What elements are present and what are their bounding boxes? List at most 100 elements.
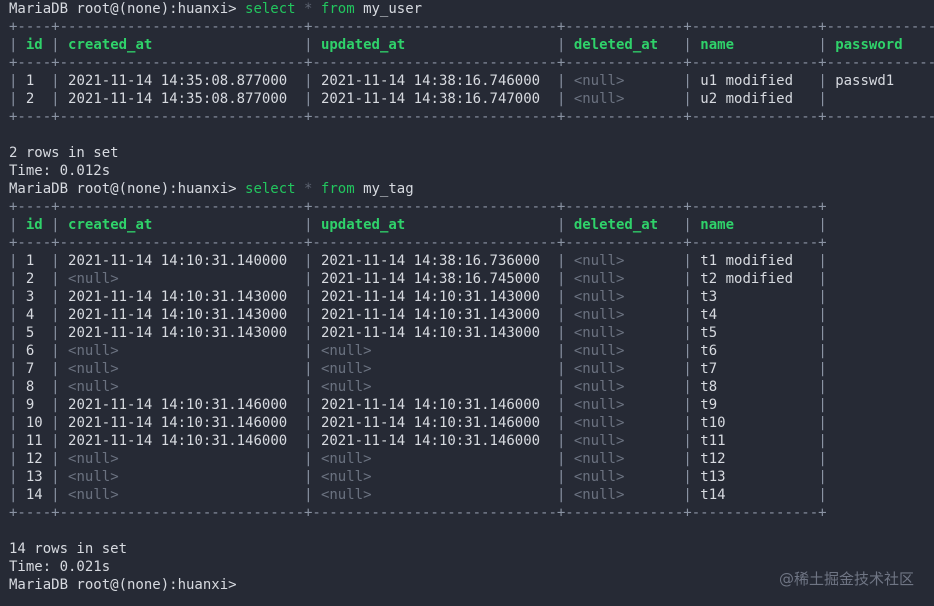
- table-cell[interactable]: 2021-11-14 14:10:31.140000: [68, 253, 287, 269]
- table-row: | 12 | <null> | <null> | <null> | t12 |: [9, 450, 934, 468]
- column-separator: |: [9, 433, 18, 449]
- table-cell[interactable]: <null>: [574, 415, 625, 431]
- table-cell[interactable]: t5: [700, 325, 717, 341]
- table-cell[interactable]: <null>: [321, 379, 372, 395]
- table-cell[interactable]: <null>: [574, 253, 625, 269]
- table-cell[interactable]: 2021-11-14 14:10:31.146000: [68, 397, 287, 413]
- column-separator: |: [304, 361, 313, 377]
- table-cell[interactable]: 2021-11-14 14:10:31.143000: [68, 307, 287, 323]
- table-cell[interactable]: <null>: [68, 379, 119, 395]
- table-cell[interactable]: 2021-11-14 14:38:16.747000: [321, 91, 540, 107]
- table-cell[interactable]: <null>: [321, 343, 372, 359]
- table-cell[interactable]: 1: [26, 253, 34, 269]
- table-cell[interactable]: <null>: [321, 361, 372, 377]
- column-separator: |: [9, 307, 18, 323]
- table-cell[interactable]: 2021-11-14 14:10:31.146000: [68, 415, 287, 431]
- table-cell[interactable]: 1: [26, 73, 34, 89]
- table-cell[interactable]: 2021-11-14 14:35:08.877000: [68, 91, 287, 107]
- table-cell[interactable]: <null>: [574, 379, 625, 395]
- table-cell[interactable]: <null>: [574, 325, 625, 341]
- table-cell[interactable]: t7: [700, 361, 717, 377]
- table-cell[interactable]: t3: [700, 289, 717, 305]
- column-separator: |: [818, 253, 827, 269]
- table-cell[interactable]: 13: [26, 469, 43, 485]
- table-cell[interactable]: t9: [700, 397, 717, 413]
- table-cell[interactable]: <null>: [574, 343, 625, 359]
- table-cell[interactable]: t4: [700, 307, 717, 323]
- table-row: | 1 | 2021-11-14 14:35:08.877000 | 2021-…: [9, 72, 934, 90]
- table-cell[interactable]: <null>: [574, 433, 625, 449]
- sql-keyword-select: select: [245, 1, 296, 17]
- table-cell[interactable]: t8: [700, 379, 717, 395]
- query-time-label: Time: 0.012s: [9, 163, 111, 179]
- table-cell[interactable]: 2021-11-14 14:10:31.143000: [68, 325, 287, 341]
- column-separator: |: [818, 325, 827, 341]
- table-cell[interactable]: <null>: [574, 361, 625, 377]
- table-cell[interactable]: 12: [26, 451, 43, 467]
- table-cell[interactable]: 2021-11-14 14:10:31.146000: [321, 415, 540, 431]
- table-cell[interactable]: 2021-11-14 14:38:16.746000: [321, 73, 540, 89]
- table-cell[interactable]: <null>: [574, 307, 625, 323]
- table-cell[interactable]: 2021-11-14 14:10:31.143000: [68, 289, 287, 305]
- table-cell[interactable]: 2: [26, 91, 34, 107]
- table-cell[interactable]: <null>: [574, 91, 625, 107]
- terminal-window[interactable]: MariaDB root@(none):huanxi> select * fro…: [0, 0, 934, 606]
- table-cell[interactable]: t12: [700, 451, 725, 467]
- table-cell[interactable]: t1 modified: [700, 253, 793, 269]
- column-header: deleted_at: [573, 37, 659, 53]
- table-cell[interactable]: <null>: [68, 469, 119, 485]
- table-cell[interactable]: t2 modified: [700, 271, 793, 287]
- table-cell[interactable]: 11: [26, 433, 43, 449]
- table-cell[interactable]: <null>: [321, 469, 372, 485]
- column-separator: |: [304, 73, 313, 89]
- column-separator: |: [683, 91, 692, 107]
- table-cell[interactable]: t10: [700, 415, 725, 431]
- table-cell[interactable]: t11: [700, 433, 725, 449]
- table-cell[interactable]: u2 modified: [700, 91, 793, 107]
- table-cell[interactable]: <null>: [321, 451, 372, 467]
- table-cell[interactable]: 2021-11-14 14:38:16.736000: [321, 253, 540, 269]
- column-separator: |: [683, 253, 692, 269]
- table-cell[interactable]: 7: [26, 361, 34, 377]
- table-cell[interactable]: 2021-11-14 14:10:31.146000: [321, 433, 540, 449]
- table-cell[interactable]: 2021-11-14 14:10:31.143000: [321, 307, 540, 323]
- table-cell[interactable]: u1 modified: [700, 73, 793, 89]
- table-cell[interactable]: 2: [26, 271, 34, 287]
- table-cell[interactable]: 3: [26, 289, 34, 305]
- table-cell[interactable]: <null>: [574, 289, 625, 305]
- table-cell[interactable]: <null>: [574, 469, 625, 485]
- table-cell[interactable]: 2021-11-14 14:10:31.143000: [321, 289, 540, 305]
- table-cell[interactable]: 4: [26, 307, 34, 323]
- table-cell[interactable]: <null>: [68, 487, 119, 503]
- table-cell[interactable]: <null>: [68, 271, 119, 287]
- table-cell[interactable]: <null>: [574, 487, 625, 503]
- column-separator: |: [683, 343, 692, 359]
- table-cell[interactable]: 8: [26, 379, 34, 395]
- table-cell[interactable]: t14: [700, 487, 725, 503]
- table-cell[interactable]: 2021-11-14 14:10:31.146000: [321, 397, 540, 413]
- table-cell[interactable]: t13: [700, 469, 725, 485]
- column-separator: |: [556, 91, 566, 107]
- table-cell[interactable]: 14: [26, 487, 43, 503]
- table-cell[interactable]: <null>: [574, 451, 625, 467]
- table-cell[interactable]: passwd1: [835, 73, 894, 89]
- table-cell[interactable]: 9: [26, 397, 34, 413]
- table-cell[interactable]: 2021-11-14 14:10:31.143000: [321, 325, 540, 341]
- table-cell[interactable]: 5: [26, 325, 34, 341]
- table-cell[interactable]: 2021-11-14 14:38:16.745000: [321, 271, 540, 287]
- table-cell[interactable]: <null>: [68, 361, 119, 377]
- table-border-rule: +----+-----------------------------+----…: [9, 199, 827, 215]
- table-cell[interactable]: <null>: [321, 487, 372, 503]
- table-cell[interactable]: 10: [26, 415, 43, 431]
- table-cell[interactable]: 2021-11-14 14:35:08.877000: [68, 73, 287, 89]
- column-separator: |: [683, 37, 692, 53]
- table-cell[interactable]: t6: [700, 343, 717, 359]
- table-cell[interactable]: <null>: [68, 343, 119, 359]
- table-cell[interactable]: <null>: [574, 397, 625, 413]
- table-cell[interactable]: 2021-11-14 14:10:31.146000: [68, 433, 287, 449]
- shell-prompt: MariaDB root@(none):huanxi>: [9, 577, 246, 593]
- table-cell[interactable]: 6: [26, 343, 34, 359]
- table-cell[interactable]: <null>: [68, 451, 119, 467]
- table-cell[interactable]: <null>: [574, 73, 625, 89]
- table-cell[interactable]: <null>: [574, 271, 625, 287]
